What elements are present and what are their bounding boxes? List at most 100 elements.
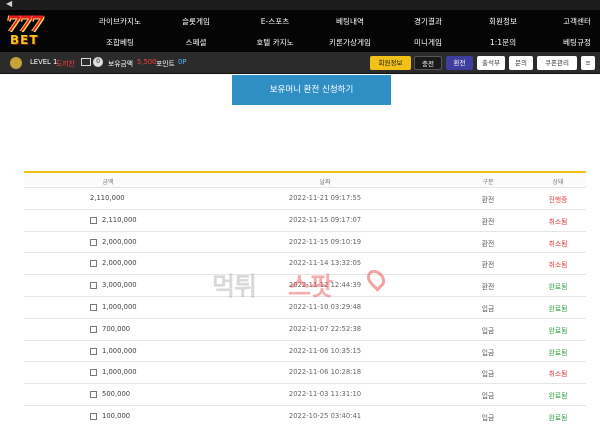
row-type: 환전: [481, 283, 495, 292]
attendance-button[interactable]: 출석부: [477, 56, 505, 70]
row-status: 완료됨: [548, 283, 568, 292]
row-amount: 1,000,000: [102, 368, 137, 377]
row-checkbox[interactable]: [90, 238, 97, 246]
level-badge-icon: [10, 57, 22, 69]
header-type: 구분: [482, 179, 494, 186]
row-date: 2022-11-10 03:29:48: [288, 302, 362, 311]
username: 도끼찬: [56, 60, 75, 68]
row-status: 진행중: [548, 196, 568, 204]
menu-customer-center[interactable]: 고객센터: [563, 16, 591, 27]
points-label: 포인트: [156, 60, 175, 68]
menu-esports[interactable]: E-스포츠: [261, 16, 290, 27]
row-date: 2022-11-06 10:35:15: [288, 346, 362, 355]
user-level: LEVEL 1: [30, 58, 58, 66]
row-checkbox[interactable]: [90, 412, 97, 420]
row-status: 완료됨: [548, 326, 568, 335]
table-row: 1,000,000 2022-11-10 03:29:48 입금 완료됨: [24, 295, 586, 318]
row-type: 환전: [481, 196, 495, 204]
row-status: 취소됨: [548, 217, 568, 226]
row-amount: 2,000,000: [102, 237, 137, 246]
table-row: 100,000 2022-10-25 03:40:41 입금 완료됨: [24, 404, 586, 427]
row-checkbox[interactable]: [90, 216, 97, 224]
window-top-strip: ◀: [0, 0, 600, 10]
table-row: 500,000 2022-11-03 11:31:10 입금 완료됨: [24, 383, 586, 405]
back-arrow-icon[interactable]: ◀: [6, 0, 12, 8]
row-status: 취소됨: [548, 370, 568, 379]
row-checkbox[interactable]: [90, 282, 97, 290]
row-amount: 3,000,000: [102, 281, 137, 290]
row-checkbox[interactable]: [90, 391, 97, 399]
row-checkbox[interactable]: [90, 347, 97, 355]
row-amount: 2,110,000: [102, 215, 137, 224]
row-date: 2022-10-25 03:40:41: [288, 411, 362, 420]
row-amount: 100,000: [102, 411, 131, 420]
header-amount: 금액: [102, 179, 114, 186]
header-status: 상태: [552, 179, 564, 186]
table-row: 700,000 2022-11-07 22:52:38 입금 완료됨: [24, 317, 586, 340]
menu-bet-history[interactable]: 베팅내역: [336, 16, 364, 27]
row-type: 입금: [481, 370, 495, 379]
mail-icon[interactable]: [81, 58, 91, 66]
menu-bet-rules[interactable]: 베팅규정: [563, 37, 591, 48]
row-date: 2022-11-07 22:52:38: [288, 324, 362, 333]
row-checkbox[interactable]: [90, 303, 97, 311]
row-status: 취소됨: [548, 261, 568, 270]
menu-mini-game[interactable]: 미니게임: [414, 37, 442, 48]
menu-more-button[interactable]: ≡: [581, 56, 595, 70]
header-date: 날짜: [319, 179, 331, 186]
row-type: 환전: [481, 261, 495, 270]
balance-value: 5,500: [137, 58, 157, 66]
ask-button[interactable]: 문의: [509, 56, 533, 70]
logo[interactable]: 777 BET: [4, 11, 56, 51]
balance-label: 보유금액: [108, 60, 134, 68]
row-date: 2022-11-21 09:17:55: [288, 194, 362, 202]
row-date: 2022-11-12 12:44:39: [288, 281, 362, 290]
row-status: 취소됨: [548, 239, 568, 248]
points-value: 0P: [178, 58, 187, 66]
row-date: 2022-11-15 09:17:07: [288, 215, 362, 224]
row-amount: 1,000,000: [102, 346, 137, 355]
main-content: 보유머니 환전 신청하기 금액 날짜 구분 상태 2,110,000 2022-1…: [0, 75, 600, 427]
message-count-badge[interactable]: 0: [93, 57, 103, 67]
row-date: 2022-11-06 10:28:18: [288, 368, 362, 377]
menu-kiron-virtual[interactable]: 키론가상게임: [329, 37, 371, 48]
menu-special[interactable]: 스페셜: [186, 37, 207, 48]
row-type: 입금: [481, 348, 495, 357]
row-date: 2022-11-14 13:32:05: [288, 259, 362, 268]
row-status: 완료됨: [548, 392, 568, 401]
table-body: 2,110,000 2022-11-21 09:17:55 환전 진행중 2,110,0…: [24, 187, 586, 427]
menu-live-casino[interactable]: 라이브카지노: [99, 16, 141, 27]
row-type: 입금: [481, 413, 495, 422]
row-amount: 2,110,000: [90, 194, 125, 202]
table-row: 1,000,000 2022-11-06 10:28:18 입금 취소됨: [24, 361, 586, 383]
menu-results[interactable]: 경기결과: [414, 16, 442, 27]
coupon-button[interactable]: 쿠폰관리: [537, 56, 577, 70]
row-checkbox[interactable]: [90, 369, 97, 377]
table-row: 2,110,000 2022-11-21 09:17:55 환전 진행중: [24, 187, 586, 209]
site-header: 777 BET 라이브카지노 슬롯게임 E-스포츠 베팅내역 경기결과 회원정보…: [0, 10, 600, 52]
row-amount: 2,000,000: [102, 259, 137, 268]
row-checkbox[interactable]: [90, 325, 97, 333]
row-status: 완료됨: [548, 304, 568, 313]
row-amount: 1,000,000: [102, 302, 137, 311]
charge-button[interactable]: 충전: [414, 56, 442, 70]
main-menu: 라이브카지노 슬롯게임 E-스포츠 베팅내역 경기결과 회원정보 고객센터 조합…: [70, 13, 600, 51]
menu-combo-bet[interactable]: 조합베팅: [106, 37, 134, 48]
row-type: 환전: [481, 217, 495, 226]
member-info-button[interactable]: 회원정보: [370, 56, 411, 70]
menu-member-info[interactable]: 회원정보: [489, 16, 517, 27]
exchange-history-table: 금액 날짜 구분 상태 2,110,000 2022-11-21 09:17:55…: [24, 171, 586, 427]
exchange-request-button[interactable]: 보유머니 환전 신청하기: [232, 75, 391, 105]
row-amount: 700,000: [102, 324, 131, 333]
row-type: 입금: [481, 392, 495, 401]
menu-slot-game[interactable]: 슬롯게임: [182, 16, 210, 27]
user-bar: LEVEL 1 도끼찬 0 보유금액 5,500 포인트 0P 회원정보 충전 …: [0, 52, 600, 74]
exchange-button[interactable]: 환전: [446, 56, 473, 70]
menu-inquiry[interactable]: 1:1문의: [490, 37, 516, 48]
table-header: 금액 날짜 구분 상태: [24, 171, 586, 187]
menu-hotel-casino[interactable]: 호텔 카지노: [256, 37, 293, 48]
row-type: 입금: [481, 326, 495, 335]
row-type: 환전: [481, 239, 495, 248]
row-checkbox[interactable]: [90, 260, 97, 268]
row-status: 완료됨: [548, 413, 568, 422]
